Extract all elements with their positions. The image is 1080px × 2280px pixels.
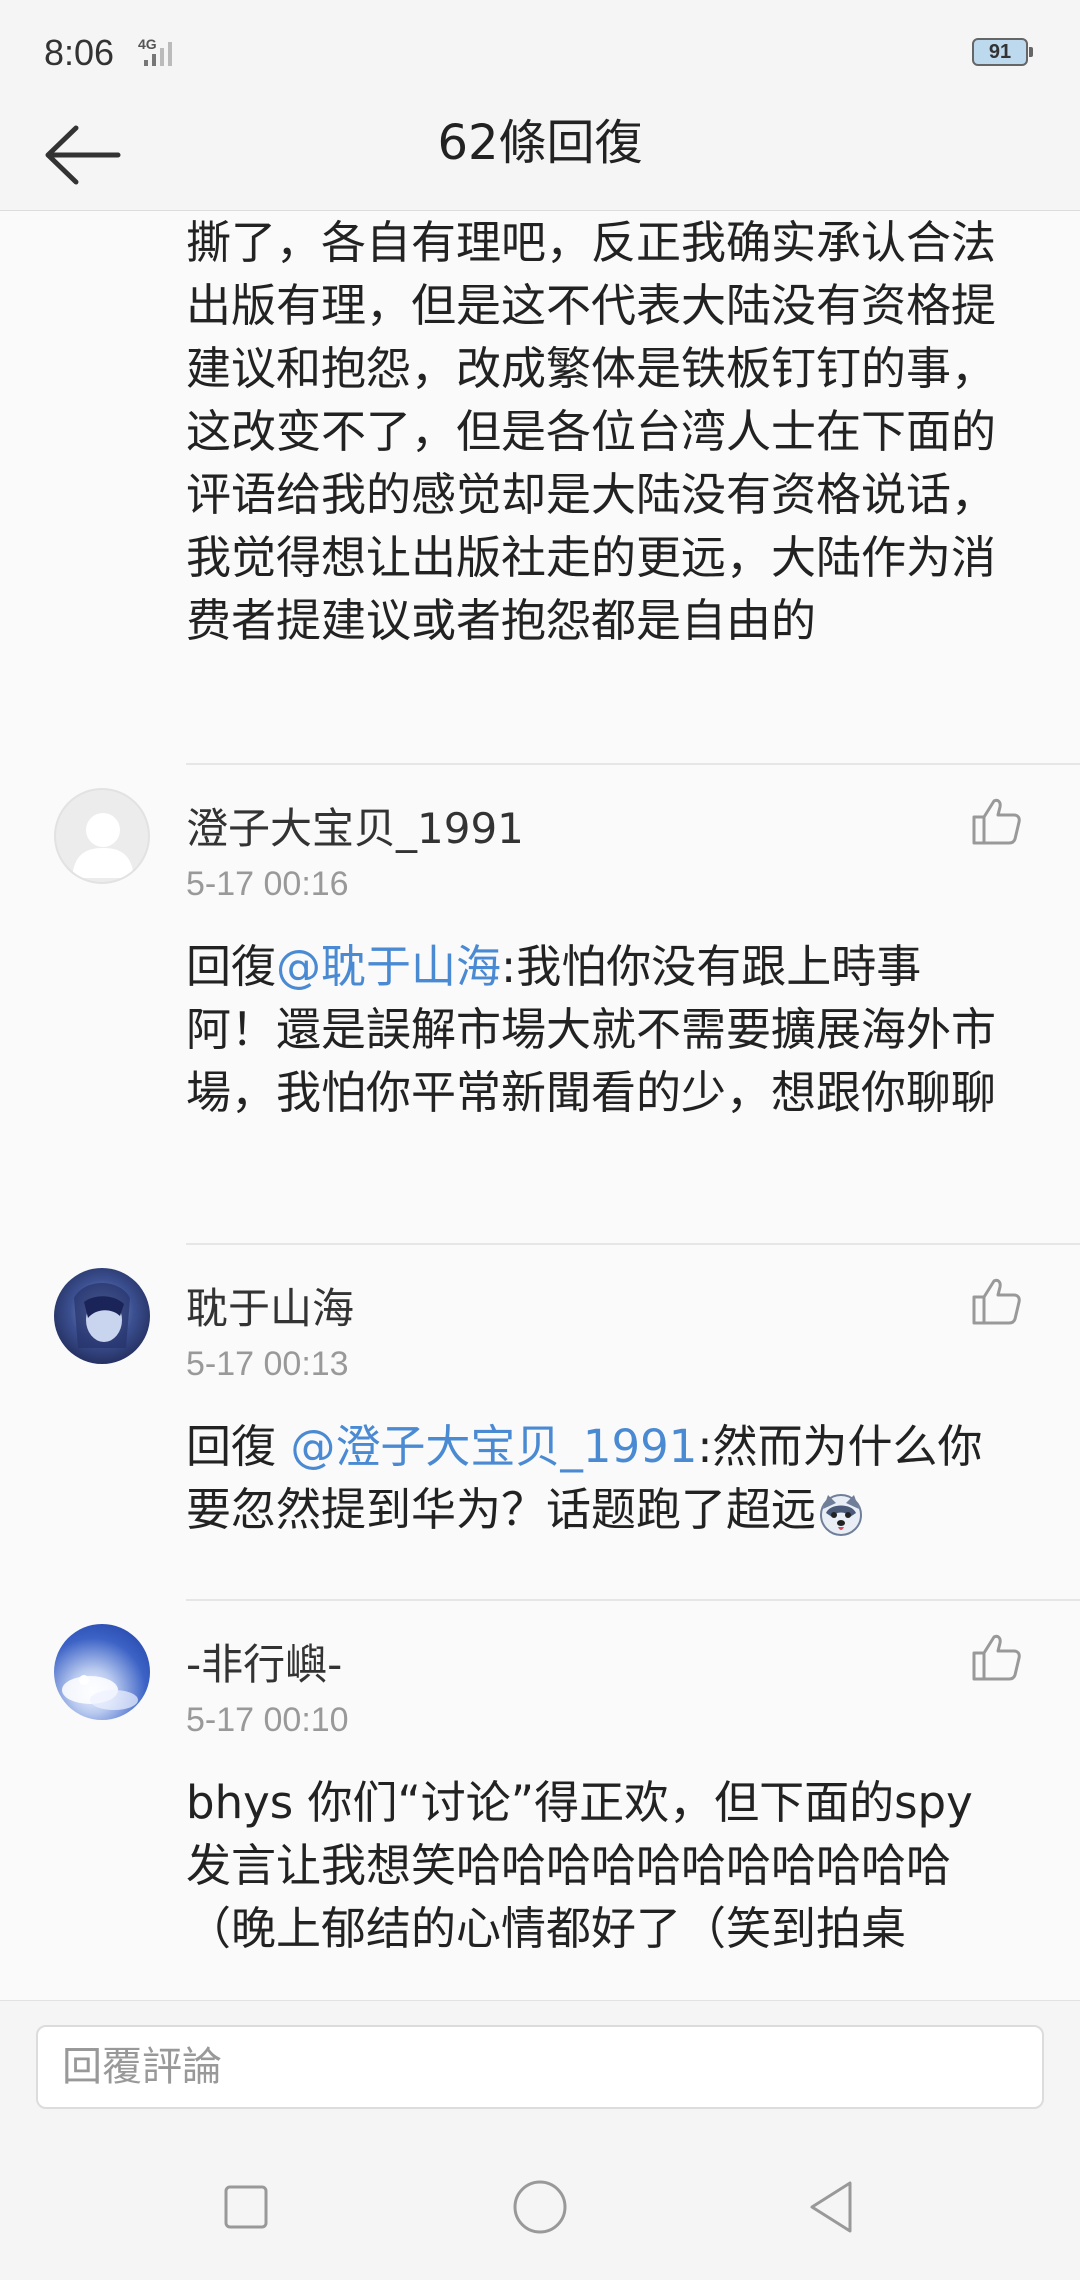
square-icon [224, 2185, 268, 2229]
reply-prefix: 回復 [186, 940, 277, 993]
status-time: 8:06 [44, 32, 115, 73]
anime-character-avatar [74, 1283, 130, 1348]
avatar[interactable] [54, 1268, 150, 1364]
home-button[interactable] [508, 2175, 572, 2239]
reply-bar [0, 2000, 1080, 2131]
sky-avatar [62, 1675, 138, 1710]
like-button[interactable] [970, 1631, 1022, 1683]
system-nav-bar [0, 2130, 1080, 2280]
default-avatar-icon [72, 813, 134, 878]
signal-icon: 4G [136, 36, 186, 72]
comment-text: 回復@耽于山海:我怕你没有跟上時事阿！還是誤解市場大就不需要擴展海外市場，我怕你… [186, 935, 996, 1124]
comment-text: 撕了，各自有理吧，反正我确实承认合法出版有理，但是这不代表大陆没有资格提建议和抱… [186, 216, 997, 647]
comment-text: bhys 你们“讨论”得正欢，但下面的spy发言让我想笑哈哈哈哈哈哈哈哈哈哈哈（… [186, 1776, 973, 1955]
username[interactable]: 耽于山海 [186, 1275, 354, 1336]
network-type: 4G [138, 36, 157, 52]
comment-text: 回復 @澄子大宝贝_1991:然而为什么你要忽然提到华为？话题跑了超远 [186, 1415, 996, 1541]
triangle-back-icon [810, 2181, 852, 2233]
battery-level: 91 [988, 41, 1012, 63]
header: 62條回復 [0, 100, 1080, 211]
divider [186, 763, 1080, 765]
like-button[interactable] [970, 795, 1022, 847]
circle-icon [513, 2180, 567, 2234]
page-title: 62條回復 [437, 115, 643, 171]
thumbs-up-icon [972, 1634, 1021, 1681]
avatar[interactable] [54, 1624, 150, 1720]
divider [186, 1599, 1080, 1601]
mention-link[interactable]: @耽于山海 [276, 940, 501, 993]
recent-apps-button[interactable] [214, 2175, 278, 2239]
comment-list[interactable]: 撕了，各自有理吧，反正我确实承认合法出版有理，但是这不代表大陆没有资格提建议和抱… [0, 211, 1080, 2001]
avatar[interactable] [54, 788, 150, 884]
battery-icon: 91 [972, 38, 1033, 66]
username[interactable]: 澄子大宝贝_1991 [186, 795, 524, 856]
divider [186, 1243, 1080, 1245]
timestamp: 5-17 00:13 [186, 1345, 349, 1383]
thumbs-up-icon [972, 1278, 1021, 1325]
status-bar: 8:06 4G 91 [0, 0, 1080, 100]
back-nav-button[interactable] [800, 2175, 864, 2239]
husky-face-emoji [818, 1490, 864, 1536]
reply-input[interactable] [36, 2025, 1044, 2109]
reply-prefix: 回復 [186, 1420, 291, 1473]
timestamp: 5-17 00:10 [186, 1701, 349, 1739]
thumbs-up-icon [972, 798, 1021, 845]
like-button[interactable] [970, 1275, 1022, 1327]
username[interactable]: -非行嶼- [186, 1631, 342, 1692]
timestamp: 5-17 00:16 [186, 865, 349, 903]
mention-link[interactable]: @澄子大宝贝_1991 [290, 1420, 697, 1473]
